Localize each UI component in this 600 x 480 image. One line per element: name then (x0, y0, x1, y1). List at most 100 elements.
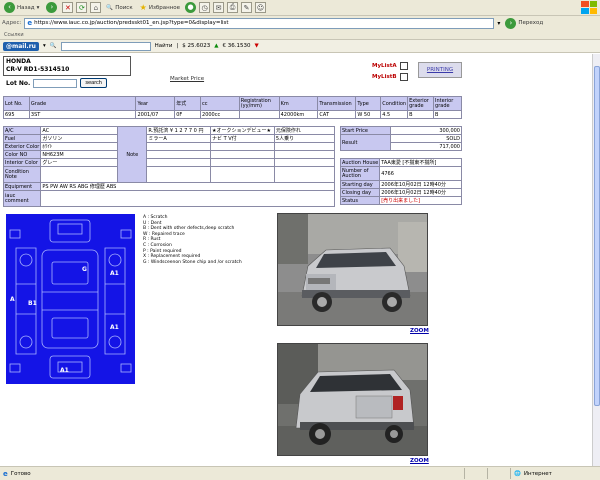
cell-cc: 2000cc (200, 110, 240, 119)
print-icon[interactable]: ⎙ (227, 2, 239, 13)
links-bar[interactable]: Ссылки (0, 30, 600, 40)
damage-mark: A1 (110, 270, 119, 277)
search-button[interactable]: search (80, 78, 107, 88)
media-icon[interactable]: ● (185, 2, 197, 13)
note-cell (146, 150, 212, 159)
mylist-b-label: MyListB (372, 74, 397, 80)
lot-number-input[interactable] (33, 78, 78, 88)
favorites-button[interactable]: ★ Избранное (138, 1, 182, 14)
starting-day-value: 2006年10月02日 12時40分 (379, 180, 462, 189)
detail-row: Interior Color グレー (2, 158, 336, 167)
address-bar: Адрес: e https://www.iauc.co.jp/auction/… (0, 16, 600, 30)
forward-arrow-icon: › (46, 2, 58, 13)
lot-label: Lot No. (6, 79, 31, 87)
status-value: [売り出来ました] (379, 196, 462, 205)
find-button[interactable]: Найти (155, 43, 173, 49)
history-icon[interactable]: ◷ (199, 2, 211, 13)
status-text: Готово (10, 470, 31, 477)
stop-icon[interactable]: ✕ (62, 2, 74, 13)
price-row: Start Price 300,000 (340, 126, 462, 135)
url-text: https://www.iauc.co.jp/auction/predsskt0… (34, 20, 229, 26)
detail-value: ﾎﾜｲﾄ (40, 142, 119, 151)
legend-item: G : Windsceenon Stone chip and /or scrat… (143, 259, 242, 265)
zoom-link-rear[interactable]: ZOOM (410, 458, 429, 464)
cell-model-year: 0F (174, 110, 202, 119)
detail-value: グレー (40, 158, 119, 167)
chevron-down-icon[interactable]: ▾ (497, 20, 500, 27)
mylist-a-checkbox[interactable] (399, 62, 408, 70)
note-cell (273, 166, 336, 183)
damage-diagram: G A1 A B1 A1 A1 (6, 214, 135, 384)
col-grade: Grade (28, 96, 137, 111)
market-price-link[interactable]: Market Price (170, 76, 204, 82)
go-button[interactable]: › Переход (503, 17, 545, 30)
separator: | (176, 43, 179, 49)
detail-row: iauc comment (2, 190, 335, 207)
chevron-down-icon[interactable]: ▾ (43, 43, 46, 49)
car-photo-front[interactable] (277, 213, 428, 326)
car-front-image (278, 214, 427, 325)
auction-row: Closing day 2006年10月02日 12時40分 (339, 188, 462, 197)
status-label: Status (339, 196, 381, 205)
mylist-a-label: MyListA (372, 63, 397, 69)
closing-day-value: 2006年10月02日 12時40分 (379, 188, 462, 197)
detail-value: PS PW AW RS ABG 修理歴 ABS (40, 182, 335, 191)
start-price-label: Start Price (340, 126, 391, 135)
col-condition: Condition (380, 96, 409, 111)
cell-transmission: CAT (317, 110, 357, 119)
damage-mark: A1 (110, 324, 119, 331)
star-icon: ★ (139, 3, 147, 12)
browser-toolbar: ‹ Назад ▾ › ✕ ⟳ ⌂ 🔍 Поиск ★ Избранное ● … (0, 0, 600, 16)
price-row: Result SOLD (340, 134, 462, 151)
page-content: HONDA CR-V RD1-5314510 Lot No. search Ma… (0, 54, 600, 466)
auction-row: Number of Auction 4766 (339, 166, 462, 181)
note-cell: ★オークションデビュー★ (210, 126, 275, 135)
col-lot-no: Lot No. (3, 96, 30, 111)
messenger-icon[interactable]: ☺ (255, 2, 267, 13)
detail-label: Condition Note (2, 166, 42, 183)
mailru-logo[interactable]: @mail.ru (3, 41, 39, 51)
chevron-down-icon: ▾ (36, 4, 40, 11)
go-label: Переход (518, 20, 544, 26)
edit-icon[interactable]: ✎ (241, 2, 253, 13)
eur-rate: € 36.1530 (222, 43, 251, 49)
cell-year: 2001/07 (135, 110, 176, 119)
damage-mark: A1 (60, 367, 69, 374)
home-icon[interactable]: ⌂ (90, 2, 102, 13)
refresh-icon[interactable]: ⟳ (76, 2, 88, 13)
search-label: Поиск (115, 4, 133, 11)
auction-table: Auction House TAA東愛 [不揃東不揃所] Number of A… (339, 158, 462, 205)
printing-button[interactable]: PRINTING (418, 62, 462, 78)
mail-icon[interactable]: ✉ (213, 2, 225, 13)
mylist-b-checkbox[interactable] (399, 73, 408, 81)
status-divider (487, 468, 507, 479)
mailru-search-input[interactable] (60, 41, 151, 51)
scrollbar-thumb[interactable] (594, 66, 600, 406)
note-cell (273, 142, 336, 151)
links-label: Ссылки (4, 32, 24, 38)
cell-registration (238, 110, 280, 119)
address-input[interactable]: e https://www.iauc.co.jp/auction/predssk… (24, 17, 495, 29)
damage-mark: G (82, 266, 87, 273)
table-header-row: Lot No. Grade Year 年式 cc Registration (y… (3, 96, 462, 111)
status-zone: 🌐 Интернет (510, 468, 600, 479)
auction-row: Starting day 2006年10月02日 12時40分 (339, 180, 462, 189)
zoom-link-front[interactable]: ZOOM (410, 328, 429, 334)
col-model-year: 年式 (174, 96, 202, 111)
cell-lot-no: 695 (3, 110, 30, 119)
back-arrow-icon: ‹ (4, 2, 15, 13)
detail-row: Equipment PS PW AW RS ABG 修理歴 ABS (2, 182, 335, 191)
lot-summary-table: Lot No. Grade Year 年式 cc Registration (y… (3, 96, 462, 119)
cell-type: W 50 (355, 110, 382, 119)
detail-value: ガソリン (40, 134, 119, 143)
detail-value: AC (40, 126, 119, 135)
forward-button[interactable]: › (44, 1, 59, 14)
zone-label: Интернет (523, 470, 552, 477)
note-cell (210, 166, 275, 183)
back-button[interactable]: ‹ Назад ▾ (2, 1, 41, 14)
search-button[interactable]: 🔍 Поиск (104, 1, 134, 14)
note-cell: 5人乗り (273, 134, 336, 143)
vertical-scrollbar[interactable] (592, 54, 600, 466)
mylist-a-row: MyListA (372, 62, 408, 70)
car-photo-rear[interactable] (277, 343, 428, 456)
